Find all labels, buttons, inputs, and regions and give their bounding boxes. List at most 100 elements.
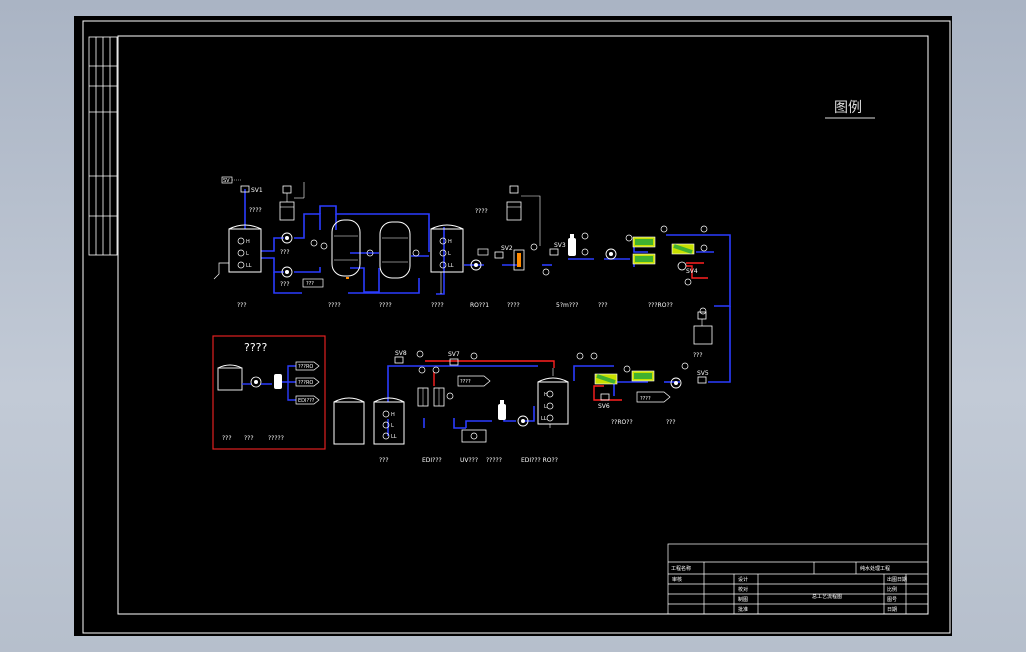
svg-text:H: H: [544, 392, 548, 398]
svg-text:???: ???: [244, 435, 254, 442]
project-name: 纯水处理工程: [860, 565, 890, 572]
valve-sv3[interactable]: SV3: [549, 242, 566, 256]
svg-text:????: ????: [328, 302, 341, 309]
tb-right-1: 出图日期: [887, 576, 907, 583]
valve-sv6[interactable]: SV6: [598, 393, 610, 410]
svg-text:?????: ?????: [268, 435, 284, 442]
binding-strips: [88, 36, 118, 256]
ro-membrane-2b[interactable]: [594, 373, 618, 385]
high-pressure-pump-1[interactable]: [605, 248, 617, 260]
legend-title: 图例: [834, 100, 862, 116]
svg-text:UV???: UV???: [460, 457, 478, 464]
carbon-filter[interactable]: [379, 221, 411, 279]
valve-sv7[interactable]: SV7: [448, 351, 460, 366]
intermediate-tank-2[interactable]: [693, 311, 713, 345]
valve-sv4[interactable]: SV4: [677, 261, 698, 275]
svg-text:LL: LL: [448, 263, 454, 269]
outer-frame: [82, 20, 951, 634]
svg-text:L: L: [448, 251, 451, 257]
svg-text:H: H: [246, 239, 250, 245]
svg-text:SV: SV: [223, 178, 230, 184]
security-filter[interactable]: [513, 249, 525, 271]
project-name-label: 工程名称: [671, 565, 691, 572]
uv-sterilizer[interactable]: [461, 429, 487, 443]
pipes-red-bottom: [425, 360, 622, 401]
svg-text:???: ???: [598, 302, 608, 309]
svg-text:L: L: [391, 423, 394, 429]
svg-text:???RO: ???RO: [298, 364, 313, 370]
svg-text:SV4: SV4: [686, 268, 698, 275]
svg-text:???RO??: ???RO??: [648, 302, 673, 309]
svg-text:???: ???: [237, 302, 247, 309]
valve-sv8[interactable]: SV8: [394, 350, 407, 364]
inner-frame: [117, 35, 929, 615]
bottom-row-captions: ??? EDI??? UV??? ????? EDI??? RO??: [379, 457, 558, 464]
svg-text:SV8: SV8: [395, 350, 407, 357]
gauge-1: [310, 239, 318, 247]
svg-text:SV5: SV5: [697, 370, 709, 377]
svg-text:????: ????: [507, 302, 520, 309]
gauge-4: [412, 249, 420, 257]
valve-sv2[interactable]: SV2: [494, 245, 513, 259]
cartridge-filter-5um[interactable]: [568, 234, 576, 256]
tb-row-3: 校对: [738, 586, 748, 593]
svg-text:???: ???: [379, 457, 389, 464]
tb-right-2: 比例: [887, 586, 897, 593]
ro-membrane-1c[interactable]: [671, 243, 695, 255]
svg-text:????: ????: [460, 379, 471, 385]
box-title: ????: [244, 341, 268, 354]
svg-text:LL: LL: [246, 263, 252, 269]
flag-tag-1: ????: [636, 391, 671, 403]
uv-precision-filter[interactable]: [498, 400, 506, 420]
flag-tag-2: ????: [457, 375, 491, 387]
intermediate-tank[interactable]: H L LL: [430, 224, 464, 273]
svg-text:EDI???: EDI???: [298, 398, 315, 404]
tb-right-3: 图号: [887, 597, 897, 603]
tb-row-4: 制图: [738, 596, 748, 603]
high-pressure-pump-2[interactable]: [670, 377, 682, 389]
svg-text:EDI??? RO??: EDI??? RO??: [521, 457, 558, 464]
ro-membrane-1a[interactable]: [632, 236, 656, 248]
svg-text:???: ???: [222, 435, 232, 442]
svg-text:???RO: ???RO: [298, 380, 313, 386]
svg-text:????: ????: [379, 302, 392, 309]
pump-tag-2: ???: [280, 281, 290, 288]
process-flow-diagram: 图例 SV SV1 ???? H L LL ??? ??? ??? H L LL…: [82, 20, 951, 634]
red-outline-box: ???? ???RO ???RO EDI??? ??? ??? ?????: [212, 335, 326, 450]
svg-text:SV3: SV3: [554, 242, 566, 249]
caption-2ro: ??RO??: [611, 419, 633, 426]
tag-top-left: ????: [249, 207, 262, 214]
svg-text:????: ????: [431, 302, 444, 309]
valve-sv5[interactable]: SV5: [697, 370, 709, 384]
svg-text:?????: ?????: [486, 457, 502, 464]
pipes-top-row: [244, 189, 731, 383]
pure-water-tank-1[interactable]: [333, 397, 365, 445]
drawing-name: 总工艺流程图: [812, 593, 842, 600]
ro-membrane-2a[interactable]: [631, 370, 655, 382]
ro-membrane-1b[interactable]: [632, 253, 656, 265]
indicator-box-2: [477, 248, 489, 256]
edi-module-2[interactable]: [433, 387, 445, 407]
svg-text:LL: LL: [391, 434, 397, 440]
svg-text:LL: LL: [541, 416, 547, 422]
drain-line: [213, 262, 229, 280]
edi-feed-tank[interactable]: H L LL: [537, 377, 569, 425]
pure-water-tank-2[interactable]: H L LL: [373, 397, 405, 445]
tb-row-2: 设计: [738, 576, 748, 583]
svg-text:SV2: SV2: [501, 245, 513, 252]
svg-text:???: ???: [306, 281, 314, 287]
svg-text:SV6: SV6: [598, 403, 610, 410]
dosing-unit-1[interactable]: [279, 185, 295, 221]
dosing-unit-2[interactable]: [506, 185, 522, 221]
svg-text:5?m???: 5?m???: [556, 302, 578, 309]
svg-text:H: H: [448, 239, 452, 245]
svg-text:L: L: [246, 251, 249, 257]
svg-text:????: ????: [640, 396, 651, 402]
tb-row-1: 审核: [672, 576, 682, 583]
svg-text:EDI???: EDI???: [422, 457, 442, 464]
gauge-2: [320, 242, 328, 250]
caption-2ro-b: ???: [666, 419, 676, 426]
svg-text:L: L: [544, 404, 547, 410]
edi-module-1[interactable]: [417, 387, 429, 407]
raw-water-tank[interactable]: H L LL: [228, 224, 262, 273]
